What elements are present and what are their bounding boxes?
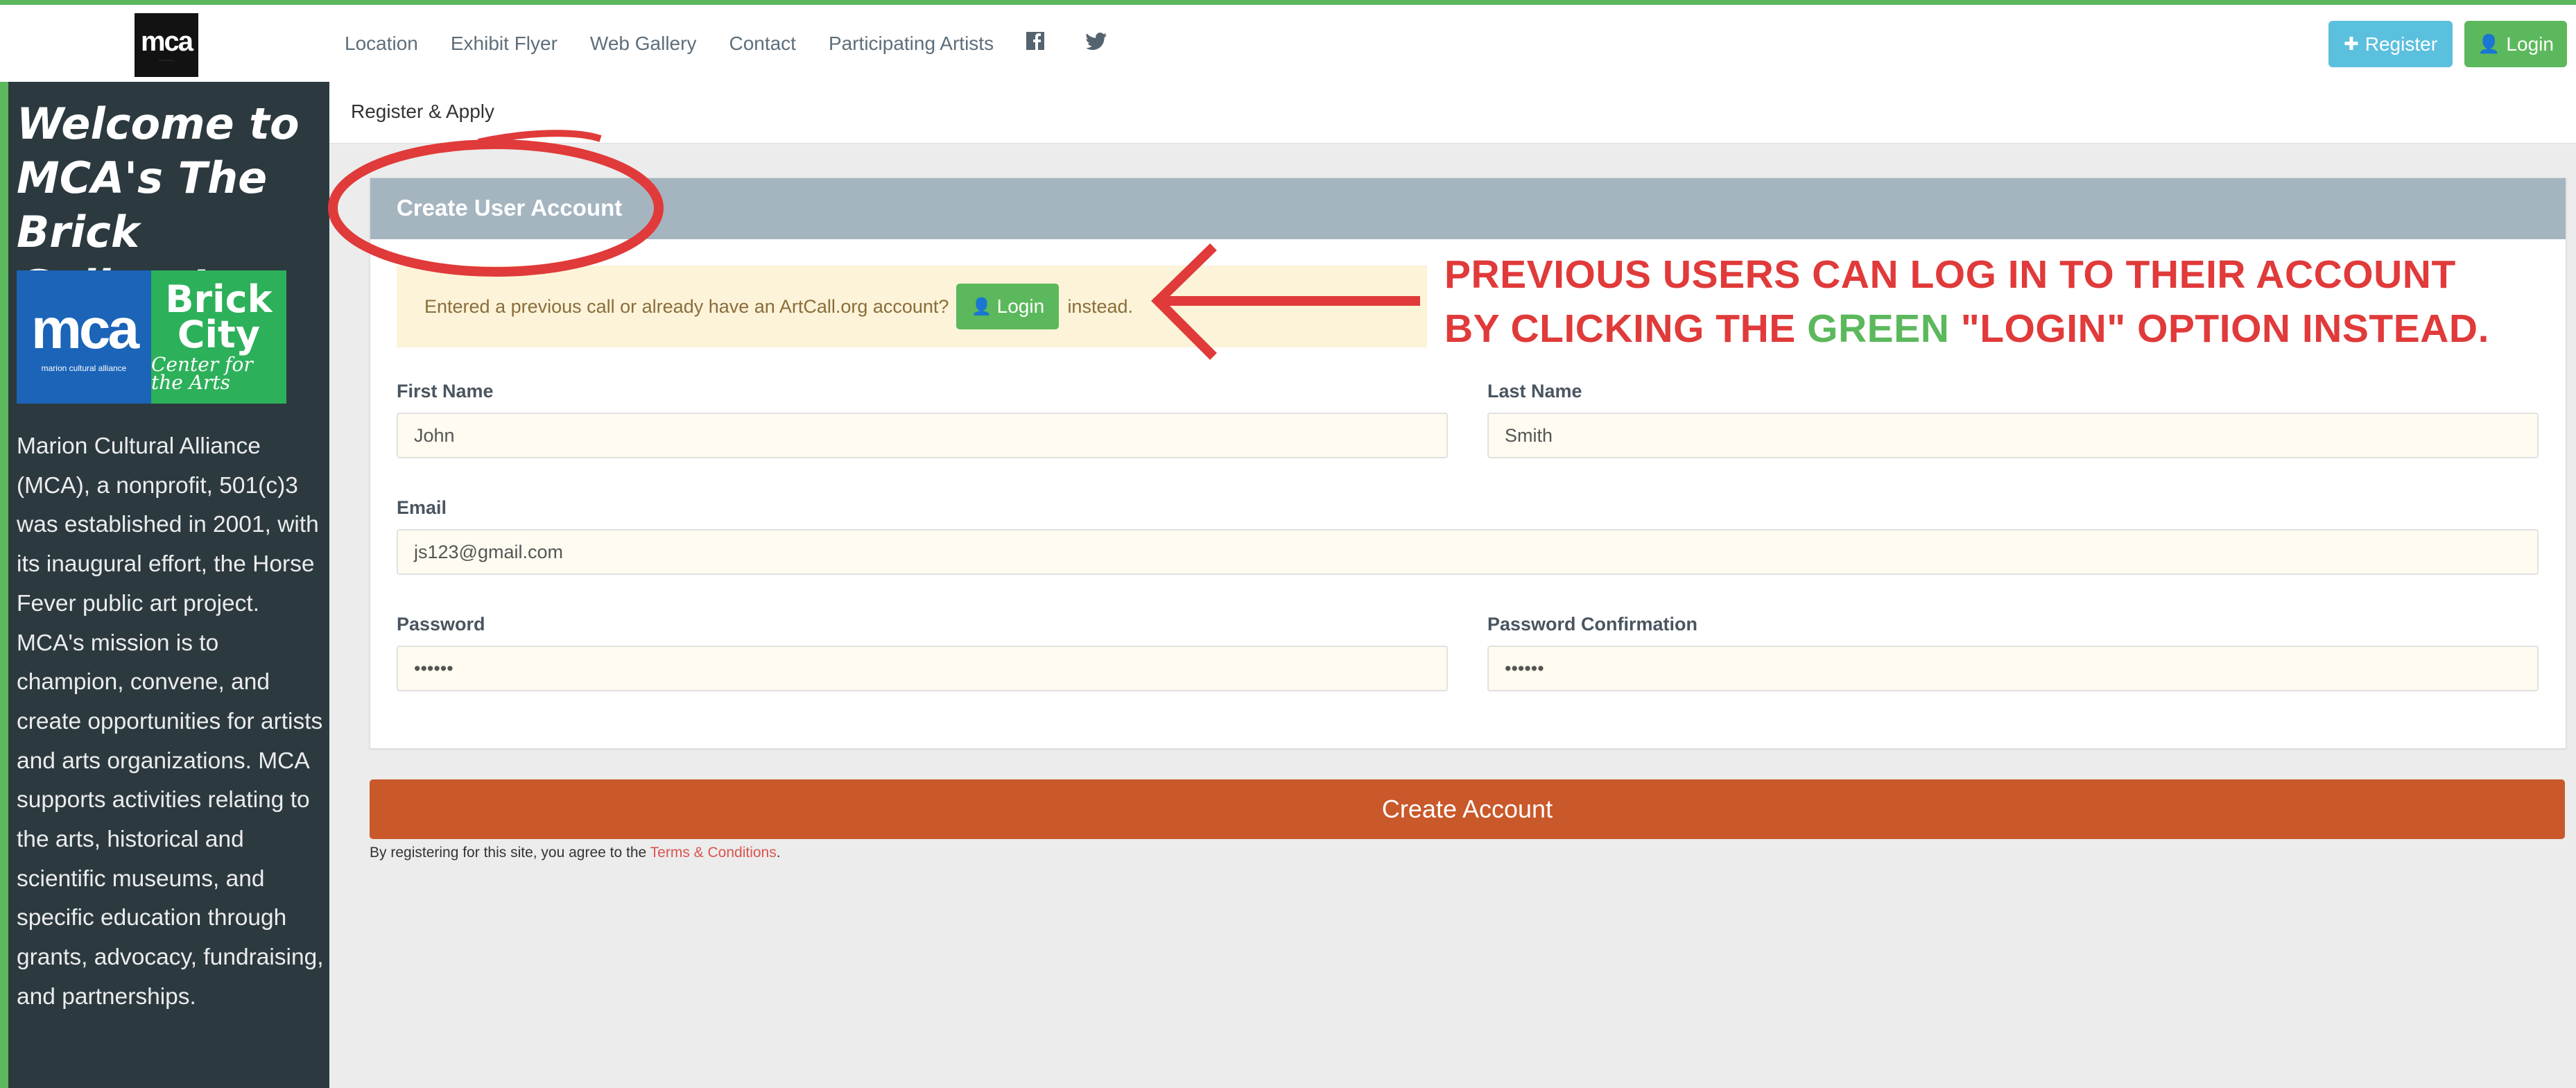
brick-logo-line1: Brick — [165, 277, 273, 322]
twitter-icon[interactable] — [1086, 32, 1107, 55]
register-button[interactable]: ✚ Register — [2328, 21, 2453, 67]
nav-link-exhibit-flyer[interactable]: Exhibit Flyer — [451, 33, 557, 55]
breadcrumb: Register & Apply — [351, 101, 494, 122]
site-logo[interactable]: mca ········· — [135, 13, 198, 77]
login-label: Login — [2506, 33, 2554, 55]
nav-link-web-gallery[interactable]: Web Gallery — [590, 33, 697, 55]
panel-title: Create User Account — [397, 195, 623, 221]
last-name-input[interactable]: Smith — [1487, 413, 2539, 458]
nav-links: Location Exhibit Flyer Web Gallery Conta… — [345, 5, 1148, 82]
logo-subtext: ········· — [159, 58, 174, 63]
notice-login-label: Login — [996, 295, 1045, 317]
first-name-input[interactable]: John — [397, 413, 1448, 458]
annotation-green-word: GREEN — [1807, 306, 1950, 351]
facebook-icon[interactable] — [1026, 32, 1045, 55]
sidebar: Welcome to MCA's The Brick Gallery! mca … — [8, 82, 329, 1088]
user-icon: 👤 — [2478, 33, 2500, 55]
terms-text: By registering for this site, you agree … — [370, 845, 781, 861]
annotation-line1: PREVIOUS USERS CAN LOG IN TO THEIR ACCOU… — [1444, 252, 2456, 297]
annotation-line2: BY CLICKING THE GREEN "LOGIN" OPTION INS… — [1444, 302, 2568, 356]
notice-login-button[interactable]: 👤 Login — [956, 284, 1060, 329]
brick-city-logo: Brick City Center for the Arts — [151, 270, 286, 404]
terms-suffix: . — [776, 845, 781, 861]
nav-link-participating-artists[interactable]: Participating Artists — [829, 33, 994, 55]
last-name-label: Last Name — [1487, 381, 1582, 401]
top-accent-stripe — [0, 0, 2576, 5]
email-input[interactable]: js123@gmail.com — [397, 529, 2539, 575]
notice-suffix: instead. — [1067, 295, 1134, 317]
panel-heading: Create User Account — [370, 178, 2566, 239]
navbar: mca ········· Location Exhibit Flyer Web… — [0, 5, 2576, 83]
mca-logo: mca marion cultural alliance — [17, 270, 151, 404]
first-name-label: First Name — [397, 381, 494, 401]
breadcrumb-bar: Register & Apply — [329, 82, 2576, 144]
existing-account-notice: Entered a previous call or already have … — [397, 266, 1427, 347]
mca-logo-subtext: marion cultural alliance — [41, 363, 127, 373]
email-label: Email — [397, 497, 447, 518]
plus-icon: ✚ — [2343, 33, 2359, 55]
password-confirmation-input[interactable]: •••••• — [1487, 646, 2539, 691]
main-content: Register & Apply Create User Account Ent… — [329, 82, 2576, 1088]
password-input[interactable]: •••••• — [397, 646, 1448, 691]
left-accent-bar — [0, 82, 8, 1088]
password-confirmation-label: Password Confirmation — [1487, 614, 1698, 634]
terms-link[interactable]: Terms & Conditions — [650, 845, 777, 861]
login-button[interactable]: 👤 Login — [2464, 21, 2567, 67]
terms-prefix: By registering for this site, you agree … — [370, 845, 650, 861]
user-icon: 👤 — [971, 297, 992, 316]
brick-logo-line3: Center for the Arts — [151, 352, 253, 395]
register-label: Register — [2365, 33, 2438, 55]
annotation-callout: PREVIOUS USERS CAN LOG IN TO THEIR ACCOU… — [1444, 248, 2568, 356]
create-account-button[interactable]: Create Account — [370, 779, 2565, 839]
nav-link-location[interactable]: Location — [345, 33, 418, 55]
notice-text: Entered a previous call or already have … — [424, 295, 949, 317]
password-label: Password — [397, 614, 485, 634]
mca-logo-text: mca — [31, 297, 139, 361]
nav-link-contact[interactable]: Contact — [729, 33, 796, 55]
annotation-line2-after: "LOGIN" OPTION INSTEAD. — [1949, 306, 2489, 351]
logo-text: mca — [140, 26, 193, 57]
annotation-line2-before: BY CLICKING THE — [1444, 306, 1808, 351]
sidebar-description: Marion Cultural Alliance (MCA), a nonpro… — [17, 433, 324, 1010]
brick-logo-line2: City — [177, 313, 261, 357]
